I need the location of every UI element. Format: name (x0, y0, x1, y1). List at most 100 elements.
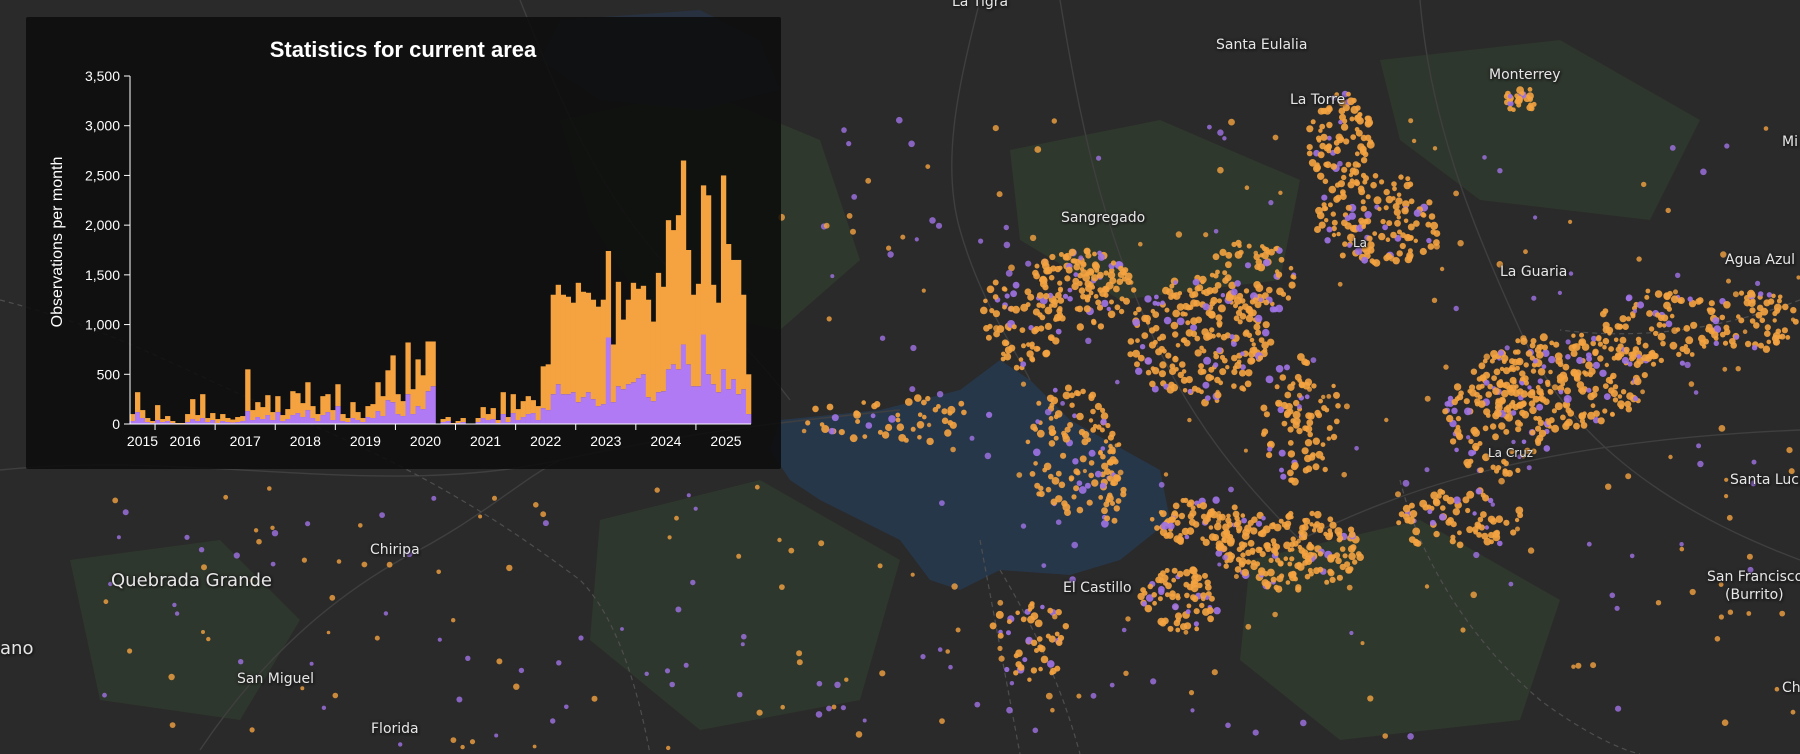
observation-point[interactable] (1254, 314, 1263, 323)
observation-point[interactable] (1178, 533, 1183, 538)
observation-point[interactable] (1407, 248, 1413, 254)
observation-point[interactable] (1738, 317, 1745, 324)
observation-point[interactable] (1305, 412, 1313, 420)
observation-point[interactable] (1225, 365, 1230, 370)
observation-point[interactable] (450, 737, 457, 743)
observation-point[interactable] (1216, 519, 1222, 525)
chart-bar[interactable] (650, 321, 657, 402)
chart-bar[interactable] (570, 392, 577, 424)
observation-point[interactable] (1553, 341, 1560, 348)
observation-point[interactable] (1490, 517, 1497, 525)
observation-point[interactable] (1079, 455, 1087, 463)
observation-point[interactable] (1349, 630, 1354, 636)
observation-point[interactable] (1261, 515, 1266, 521)
chart-bar[interactable] (575, 402, 582, 424)
observation-point[interactable] (1751, 459, 1757, 465)
observation-point[interactable] (1479, 375, 1487, 382)
chart-bar[interactable] (555, 284, 561, 385)
observation-point[interactable] (1690, 321, 1698, 329)
observation-point[interactable] (1035, 419, 1040, 424)
observation-point[interactable] (1485, 391, 1492, 398)
observation-point[interactable] (1568, 271, 1574, 276)
observation-point[interactable] (1508, 581, 1514, 587)
observation-point[interactable] (1341, 471, 1347, 478)
observation-point[interactable] (690, 579, 696, 586)
observation-point[interactable] (1262, 321, 1270, 329)
observation-point[interactable] (1317, 551, 1324, 557)
observation-point[interactable] (1411, 138, 1417, 144)
observation-point[interactable] (1412, 527, 1421, 536)
observation-point[interactable] (1623, 346, 1630, 353)
observation-point[interactable] (1073, 485, 1080, 492)
observation-point[interactable] (1578, 387, 1584, 393)
observation-point[interactable] (1495, 399, 1503, 408)
observation-point[interactable] (1191, 385, 1198, 392)
observation-point[interactable] (1083, 247, 1091, 255)
observation-point[interactable] (1515, 426, 1522, 433)
observation-point[interactable] (1157, 596, 1163, 602)
observation-point[interactable] (674, 515, 679, 521)
chart-bar[interactable] (380, 396, 386, 417)
observation-point[interactable] (1243, 329, 1250, 336)
observation-point[interactable] (992, 279, 999, 286)
observation-point[interactable] (1123, 670, 1129, 676)
chart-bar[interactable] (620, 319, 627, 390)
observation-point[interactable] (1005, 269, 1013, 277)
observation-point[interactable] (1573, 422, 1580, 430)
observation-point[interactable] (1100, 407, 1106, 413)
observation-point[interactable] (112, 497, 119, 504)
observation-point[interactable] (1272, 306, 1279, 313)
observation-point[interactable] (1277, 406, 1285, 414)
observation-point[interactable] (1562, 422, 1570, 430)
observation-point[interactable] (1321, 405, 1328, 411)
observation-point[interactable] (1588, 367, 1596, 375)
observation-point[interactable] (436, 569, 442, 575)
chart-bar[interactable] (310, 406, 316, 419)
chart-bar[interactable] (210, 413, 216, 421)
observation-point[interactable] (756, 709, 763, 716)
observation-point[interactable] (1217, 129, 1224, 136)
observation-point[interactable] (358, 523, 363, 528)
observation-point[interactable] (1327, 555, 1335, 563)
observation-point[interactable] (1088, 418, 1094, 423)
chart-bar[interactable] (610, 402, 617, 424)
observation-point[interactable] (1266, 286, 1273, 294)
observation-point[interactable] (1225, 517, 1232, 524)
observation-point[interactable] (127, 648, 133, 654)
observation-point[interactable] (1057, 297, 1065, 304)
observation-point[interactable] (1456, 541, 1464, 549)
observation-point[interactable] (997, 632, 1004, 639)
observation-point[interactable] (1278, 449, 1286, 457)
observation-point[interactable] (1482, 425, 1489, 432)
observation-point[interactable] (492, 495, 497, 501)
observation-point[interactable] (1078, 255, 1084, 261)
observation-point[interactable] (1029, 344, 1035, 350)
observation-point[interactable] (1212, 362, 1219, 368)
observation-point[interactable] (1501, 354, 1509, 363)
observation-point[interactable] (1312, 523, 1319, 529)
observation-point[interactable] (1206, 517, 1211, 522)
observation-point[interactable] (1443, 364, 1449, 370)
observation-point[interactable] (465, 655, 471, 661)
observation-point[interactable] (1180, 338, 1186, 343)
chart-bar[interactable] (315, 414, 321, 422)
chart-bar[interactable] (370, 404, 376, 419)
observation-point[interactable] (1531, 295, 1537, 301)
observation-point[interactable] (1688, 381, 1695, 387)
observation-point[interactable] (431, 495, 437, 501)
observation-point[interactable] (1548, 355, 1556, 364)
chart-bar[interactable] (255, 417, 261, 424)
observation-point[interactable] (1463, 398, 1470, 405)
observation-point[interactable] (1149, 380, 1156, 388)
observation-point[interactable] (1207, 310, 1216, 319)
observation-point[interactable] (1413, 209, 1422, 217)
observation-point[interactable] (1316, 211, 1325, 220)
chart-bar[interactable] (665, 220, 672, 370)
observation-point[interactable] (1241, 386, 1247, 392)
observation-point[interactable] (1451, 398, 1459, 406)
observation-point[interactable] (1340, 123, 1349, 131)
observation-point[interactable] (1180, 498, 1186, 503)
chart-bar[interactable] (495, 420, 501, 423)
chart-bar[interactable] (595, 306, 602, 407)
observation-point[interactable] (1382, 733, 1388, 739)
